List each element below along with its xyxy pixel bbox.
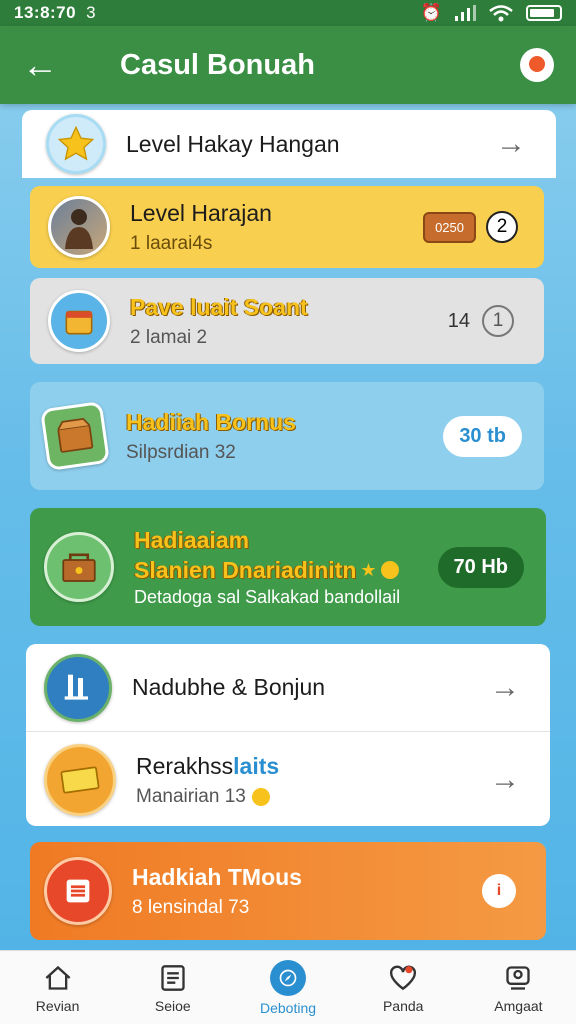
item-title: Level Hakay Hangan [126,130,340,157]
page-title: Casul Bonuah [120,48,315,81]
item-title: Nadubhe & Bonjun [132,674,326,700]
chevron-right-icon[interactable]: → [490,763,520,797]
coin-icon [380,561,399,579]
chat-icon[interactable] [520,48,554,82]
item-title: Level Harajan [130,199,272,226]
smile-icon [251,787,270,806]
nav-item-deboting[interactable]: Deboting [230,951,345,1024]
star-icon [46,114,106,174]
status-time: 13:8:70 [14,3,77,22]
status-bar: 13:8:70 3 ⏰ [0,0,576,26]
chevron-right-icon[interactable]: → [490,671,520,705]
list-icon [157,962,189,994]
ticket-icon [44,744,116,816]
bottom-navigation: Revian Seioe Deboting Panda Amgaat [0,950,576,1024]
item-subtitle: 8 lensindal 73 [132,896,250,918]
item-title: Pave luait Soant [130,293,308,320]
item-title: Rerakhss [136,752,234,779]
avatar [48,196,110,258]
box-icon [39,400,111,472]
item-subtitle: 2 lamai 2 [130,326,208,348]
nav-label: Seioe [154,997,191,1014]
item-description: Detadoga sal Salkakad bandollail [134,586,401,607]
chevron-right-icon[interactable]: → [496,127,526,161]
nav-label: Panda [382,997,424,1014]
list-item-pave[interactable]: Pave luait Soant 2 lamai 2 14 1 [30,278,544,364]
alarm-icon: ⏰ [420,3,442,22]
info-badge-icon[interactable]: i [482,874,516,908]
item-subtitle: Slanien Dnariadinitn [134,556,357,583]
list-item-level-2[interactable]: Level Harajan 1 laarai4s 0250 2 [30,186,544,268]
nav-item-amgaat[interactable]: Amgaat [461,951,576,1024]
list-item-level-1[interactable]: Level Hakay Hangan → [22,110,556,178]
treasure-box-icon [44,532,114,602]
star-icon: ★ [360,559,377,580]
list-item-rerakhss[interactable]: Rerakhsslaits Manairian 13 → [26,734,550,826]
heart-icon [387,962,419,994]
status-extra: 3 [86,3,96,22]
item-number: 14 [447,309,470,332]
item-title-highlight: laits [233,752,280,779]
list-item-hadiaaiam[interactable]: Hadiaaiam Slanien Dnariadinitn ★ Detadog… [30,508,546,626]
nav-item-panda[interactable]: Panda [346,951,461,1024]
profile-icon [502,962,534,994]
document-icon [44,857,112,925]
wifi-icon [489,5,513,22]
count-badge: 1 [482,305,514,337]
item-title: Hadiiah Bornus [126,408,296,435]
nav-item-revian[interactable]: Revian [0,951,115,1024]
nav-label: Revian [35,997,80,1014]
nav-label: Deboting [259,999,317,1016]
count-badge: 2 [486,211,518,243]
app-bar: ← Casul Bonuah [0,26,576,104]
ticket-chip: 0250 [423,211,476,243]
item-subtitle: Silpsrdian 32 [126,441,236,463]
gift-box-icon [48,290,110,352]
item-title: Hadkiah TMous [132,863,302,890]
nav-label: Amgaat [494,997,543,1014]
back-arrow-icon[interactable]: ← [22,47,62,83]
compass-icon [270,959,306,996]
signal-icon [455,5,476,21]
battery-icon [526,5,562,21]
list-item-hadkiah[interactable]: Hadkiah TMous 8 lensindal 73 i [30,842,546,940]
list-item-nadubhe[interactable]: Nadubhe & Bonjun → [26,644,550,732]
tools-icon [44,653,112,722]
home-icon [42,962,74,994]
nav-item-seioe[interactable]: Seioe [115,951,230,1024]
reward-pill[interactable]: 70 Hb [437,546,524,588]
item-subtitle: 1 laarai4s [130,232,213,254]
list-item-hadiah-bonus[interactable]: Hadiiah Bornus Silpsrdian 32 30 tb [30,382,544,490]
reward-pill[interactable]: 30 tb [443,415,522,457]
item-title: Hadiaaiam [134,526,250,553]
item-subtitle: Manairian 13 [136,785,246,807]
